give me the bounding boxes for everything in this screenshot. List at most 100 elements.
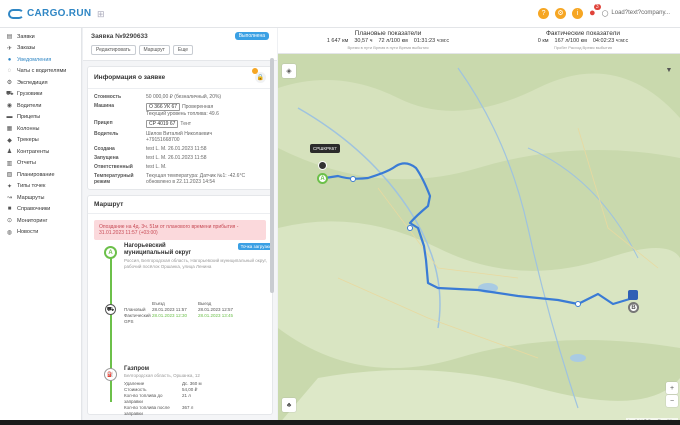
info-row-car: Машина О 366 УК 67 Проверенная Текущий уров…: [94, 102, 219, 117]
notification-bell-icon[interactable]: ● 3: [589, 4, 601, 19]
lock-icon[interactable]: 🔒: [252, 68, 266, 83]
zoom-out-button[interactable]: −: [666, 395, 678, 407]
sidebar-item-label: Отчеты: [17, 160, 37, 167]
info-card: Информация о заявке 🔒 Стоимость 50 000,00…: [87, 66, 273, 190]
column-icon: ▦: [6, 126, 13, 133]
plan-time: 30,57 ч: [354, 38, 373, 44]
sidebar-item-label: Заявки: [17, 33, 35, 40]
filter-icon[interactable]: ▼: [663, 64, 675, 76]
sidebar-item[interactable]: ▥ Отчеты: [0, 158, 81, 170]
sidebar-item-label: Заказы: [17, 45, 36, 52]
layers-icon[interactable]: ◈: [282, 64, 296, 78]
more-button[interactable]: Еще: [172, 45, 194, 55]
sidebar-item-label: Типы точек: [17, 183, 46, 190]
plan-stats: Плановые показатели 1 647 км 30,57 ч 72 …: [326, 30, 450, 50]
sidebar-item-label: Маршруты: [17, 194, 45, 201]
route-waypoint: [407, 225, 413, 231]
info-row-trailer: Прицеп СР 4019 67 Тент: [94, 119, 192, 128]
taskbar: [0, 420, 680, 425]
news-icon: ◍: [6, 229, 13, 236]
list-icon: ▤: [6, 34, 13, 41]
plan-icon: ▧: [6, 172, 13, 179]
route-waypoint: [350, 176, 356, 182]
sidebar-item[interactable]: ■ Справочники: [0, 204, 81, 216]
report-icon: ▥: [6, 160, 13, 167]
stop-a[interactable]: Нагорьевский муниципальный округ Точка з…: [124, 243, 274, 269]
sidebar-item-label: Чаты с водителями: [17, 68, 67, 75]
route-title: Маршрут: [94, 201, 124, 208]
info-row-cost: Стоимость 50 000,00 ₽ (безналичный, 20%): [94, 93, 222, 100]
map-lake: [570, 354, 586, 362]
fuel-icon: ⛽: [104, 368, 117, 381]
info-row-created: Создана test L. M. 26.01.2023 11:58: [94, 145, 207, 152]
sidebar-item[interactable]: ✈ Заказы: [0, 43, 81, 55]
sidebar-item[interactable]: ♟ Контрагенты: [0, 146, 81, 158]
zoom-in-button[interactable]: +: [666, 382, 678, 394]
sidebar-item-label: Мониторинг: [17, 217, 48, 224]
stop-type-button[interactable]: Точка загрузки: [237, 243, 274, 250]
sidebar-item[interactable]: ✦ Типы точек: [0, 181, 81, 193]
marker-b[interactable]: B: [628, 302, 639, 313]
logo[interactable]: CARGO.RUN: [8, 8, 91, 19]
sidebar-item[interactable]: ◉ Водители: [0, 100, 81, 112]
sidebar-item[interactable]: ◍ Новости: [0, 227, 81, 239]
stats-bar: Плановые показатели 1 647 км 30,57 ч 72 …: [278, 28, 680, 54]
point-icon: ✦: [6, 183, 13, 190]
notification-badge: 3: [593, 4, 601, 10]
map-canvas[interactable]: [278, 28, 680, 425]
edit-button[interactable]: Редактировать: [91, 45, 136, 55]
timeline-point-a[interactable]: A: [104, 246, 117, 259]
help-icon[interactable]: ?: [538, 7, 550, 19]
settings-icon[interactable]: ⚙: [555, 7, 567, 19]
sidebar-item-label: Планирование: [17, 171, 55, 178]
route-icon: ↝: [6, 195, 13, 202]
sidebar-item[interactable]: ▤ Заявки: [0, 31, 81, 43]
sidebar-item[interactable]: ◆ Трекеры: [0, 135, 81, 147]
info-row-temp: Температурный режим Текущая температура: …: [94, 172, 246, 185]
fact-stats: Фактические показатели 0 км 167 л/100 км…: [537, 30, 629, 50]
sidebar-item[interactable]: ⚙ Экспедиция: [0, 77, 81, 89]
marker-a[interactable]: A: [317, 173, 328, 184]
gas-row: Кол-во топлива после заправки 367 л: [124, 405, 194, 416]
plan-consumption: 72 л/100 км: [378, 38, 408, 44]
map-tools-icon[interactable]: ♣: [282, 398, 296, 412]
info-row-started: Запущена test L. M. 26.01.2023 11:58: [94, 154, 207, 161]
sidebar-item-label: Колонны: [17, 125, 40, 132]
user-menu[interactable]: ◯ Load?text?company...: [602, 10, 670, 17]
logo-icon: [8, 8, 24, 19]
sidebar-item[interactable]: ▬ Прицепы: [0, 112, 81, 124]
info-row-driver: Водитель Шилов Виталий Николаевич +7915166…: [94, 130, 213, 143]
sidebar-item[interactable]: ⊙ Мониторинг: [0, 215, 81, 227]
tracker-icon: ◆: [7, 137, 12, 144]
monitor-icon: ⊙: [6, 218, 13, 225]
truck-icon: ⛟: [6, 91, 14, 98]
delay-warning: Опоздание на 4д. 3ч. 51м от планового вр…: [94, 220, 266, 240]
sidebar-item-label: Новости: [17, 229, 39, 236]
sidebar-item[interactable]: ▧ Планирование: [0, 169, 81, 181]
trailer-icon: ▬: [6, 114, 13, 121]
route-button[interactable]: Маршрут: [138, 45, 170, 55]
trailer-plate[interactable]: СР 4019 67: [146, 119, 179, 128]
header-actions: ? ⚙ i ● 3 ◯ Load?text?company...: [538, 4, 670, 19]
sidebar-item-label: Грузовики: [17, 91, 43, 98]
chat-icon: ◌: [7, 68, 12, 75]
sidebar-item[interactable]: ▦ Колонны: [0, 123, 81, 135]
order-title: Заявка №9290633: [91, 32, 148, 40]
fact-duration: 04:02:23 ч:м:с: [592, 38, 629, 44]
map[interactable]: СРШКРК67 A B ◈ ▼ ♣ + − Leaflet | © OpenS…: [278, 28, 680, 425]
panel-scrollbar[interactable]: [270, 58, 274, 293]
book-icon: ■: [7, 206, 12, 213]
sidebar-item[interactable]: ◌ Чаты с водителями: [0, 66, 81, 78]
sidebar-item[interactable]: ⛟ Грузовики: [0, 89, 81, 101]
route-waypoint: [575, 301, 581, 307]
car-plate[interactable]: О 366 УК 67: [146, 102, 181, 111]
truck-icon: ⛟: [105, 304, 116, 315]
menu-grid-icon[interactable]: ⊞: [97, 10, 106, 19]
sidebar-item[interactable]: ↝ Маршруты: [0, 192, 81, 204]
vehicle-marker[interactable]: [318, 161, 327, 170]
sidebar-item[interactable]: ● Уведомления: [0, 54, 81, 66]
gas-station[interactable]: Газпром Белгородская область, Оршанка, 1…: [124, 366, 274, 417]
top-bar: CARGO.RUN ⊞ ? ⚙ i ● 3 ◯ Load?text?company…: [0, 0, 680, 28]
marker-destination[interactable]: [628, 290, 638, 300]
info-icon[interactable]: i: [572, 7, 584, 19]
